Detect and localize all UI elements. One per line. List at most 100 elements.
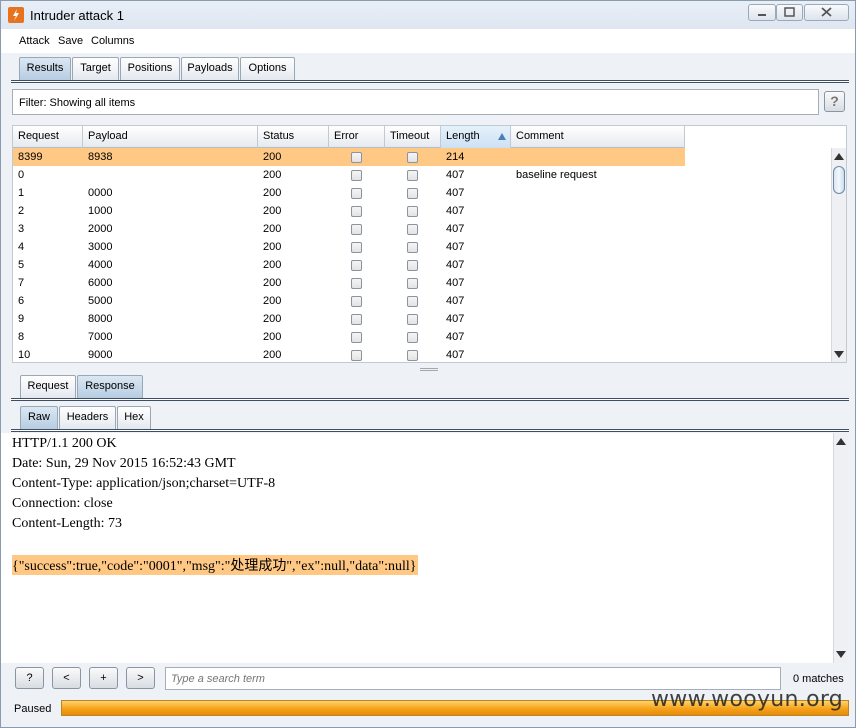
- cell-status: 200: [263, 295, 282, 307]
- response-line: HTTP/1.1 200 OK: [12, 436, 117, 451]
- tab-request[interactable]: Request: [20, 375, 76, 398]
- cell-length: 407: [446, 223, 465, 235]
- timeout-checkbox: [407, 278, 418, 289]
- tab-headers[interactable]: Headers: [59, 406, 116, 429]
- timeout-checkbox: [407, 206, 418, 217]
- splitter-grip[interactable]: [420, 368, 438, 371]
- timeout-checkbox: [407, 152, 418, 163]
- column-header-comment[interactable]: Comment: [511, 126, 685, 148]
- cell-payload: 3000: [88, 241, 113, 253]
- response-viewer[interactable]: HTTP/1.1 200 OK Date: Sun, 29 Nov 2015 1…: [1, 433, 833, 663]
- cell-payload: 9000: [88, 349, 113, 361]
- cell-payload: 0000: [88, 187, 113, 199]
- scroll-down-icon[interactable]: [836, 651, 846, 658]
- watermark: www.wooyun.org: [651, 687, 844, 712]
- table-row[interactable]: 9 8000 200 407: [13, 310, 685, 328]
- tab-positions[interactable]: Positions: [120, 57, 180, 80]
- scroll-up-icon[interactable]: [834, 153, 844, 160]
- column-header-status[interactable]: Status: [258, 126, 329, 148]
- table-row[interactable]: 2 1000 200 407: [13, 202, 685, 220]
- cell-status: 200: [263, 313, 282, 325]
- tab-target[interactable]: Target: [72, 57, 119, 80]
- cell-request: 8: [18, 331, 25, 343]
- cell-length: 214: [446, 151, 465, 163]
- cell-status: 200: [263, 223, 282, 235]
- error-checkbox: [351, 350, 362, 361]
- menu-attack[interactable]: Attack: [19, 35, 50, 47]
- cell-payload: 1000: [88, 205, 113, 217]
- cell-request: 5: [18, 259, 25, 271]
- table-row[interactable]: 3 2000 200 407: [13, 220, 685, 238]
- timeout-checkbox: [407, 350, 418, 361]
- minimize-button[interactable]: [748, 4, 776, 21]
- menu-save[interactable]: Save: [58, 35, 83, 47]
- filter-help-button[interactable]: ?: [824, 91, 845, 112]
- cell-status: 200: [263, 205, 282, 217]
- cell-status: 200: [263, 187, 282, 199]
- match-count: 0 matches: [793, 673, 844, 685]
- search-add-button[interactable]: +: [89, 667, 118, 689]
- cell-length: 407: [446, 313, 465, 325]
- tab-payloads[interactable]: Payloads: [181, 57, 239, 80]
- column-header-length[interactable]: Length: [441, 126, 511, 148]
- timeout-checkbox: [407, 188, 418, 199]
- table-row[interactable]: 4 3000 200 407: [13, 238, 685, 256]
- sort-ascending-icon: [498, 133, 506, 140]
- menu-columns[interactable]: Columns: [91, 35, 134, 47]
- table-row[interactable]: 0 200 407 baseline request: [13, 166, 685, 184]
- scroll-up-icon[interactable]: [836, 438, 846, 445]
- timeout-checkbox: [407, 296, 418, 307]
- menu-bar: Attack Save Columns: [1, 29, 855, 53]
- column-header-request[interactable]: Request: [13, 126, 83, 148]
- tab-results[interactable]: Results: [19, 57, 71, 80]
- scroll-down-icon[interactable]: [834, 351, 844, 358]
- intruder-window: Intruder attack 1 Attack Save Columns Re…: [0, 0, 856, 728]
- tab-hex[interactable]: Hex: [117, 406, 151, 429]
- main-tab-divider: [11, 80, 849, 83]
- table-scroll-thumb[interactable]: [833, 166, 845, 194]
- cell-request: 2: [18, 205, 25, 217]
- maximize-button[interactable]: [776, 4, 803, 21]
- filter-bar[interactable]: Filter: Showing all items: [12, 89, 819, 115]
- tab-response[interactable]: Response: [77, 375, 143, 398]
- tab-raw[interactable]: Raw: [20, 406, 58, 429]
- close-icon: [821, 7, 832, 17]
- column-header-error[interactable]: Error: [329, 126, 385, 148]
- table-row[interactable]: 10 9000 200 407: [13, 346, 685, 362]
- response-line: Date: Sun, 29 Nov 2015 16:52:43 GMT: [12, 456, 236, 471]
- search-next-button[interactable]: >: [126, 667, 155, 689]
- error-checkbox: [351, 152, 362, 163]
- table-row[interactable]: 6 5000 200 407: [13, 292, 685, 310]
- table-row[interactable]: 8399 8938 200 214: [13, 148, 685, 166]
- search-previous-button[interactable]: <: [52, 667, 81, 689]
- cell-status: 200: [263, 259, 282, 271]
- cell-payload: 4000: [88, 259, 113, 271]
- error-checkbox: [351, 206, 362, 217]
- column-header-timeout[interactable]: Timeout: [385, 126, 441, 148]
- cell-status: 200: [263, 151, 282, 163]
- table-row[interactable]: 7 6000 200 407: [13, 274, 685, 292]
- table-row[interactable]: 5 4000 200 407: [13, 256, 685, 274]
- cell-request: 9: [18, 313, 25, 325]
- status-label: Paused: [14, 703, 52, 715]
- cell-payload: 8938: [88, 151, 113, 163]
- window-title: Intruder attack 1: [30, 8, 124, 23]
- burp-app-icon: [8, 7, 24, 23]
- cell-status: 200: [263, 349, 282, 361]
- close-button[interactable]: [804, 4, 849, 21]
- cell-payload: 7000: [88, 331, 113, 343]
- error-checkbox: [351, 170, 362, 181]
- table-row[interactable]: 8 7000 200 407: [13, 328, 685, 346]
- column-header-payload[interactable]: Payload: [83, 126, 258, 148]
- response-line: Connection: close: [12, 496, 113, 511]
- search-help-button[interactable]: ?: [15, 667, 44, 689]
- error-checkbox: [351, 296, 362, 307]
- timeout-checkbox: [407, 242, 418, 253]
- timeout-checkbox: [407, 170, 418, 181]
- table-scrollbar[interactable]: [831, 148, 846, 362]
- timeout-checkbox: [407, 314, 418, 325]
- response-scrollbar[interactable]: [833, 433, 848, 663]
- table-row[interactable]: 1 0000 200 407: [13, 184, 685, 202]
- cell-request: 8399: [18, 151, 43, 163]
- tab-options[interactable]: Options: [240, 57, 295, 80]
